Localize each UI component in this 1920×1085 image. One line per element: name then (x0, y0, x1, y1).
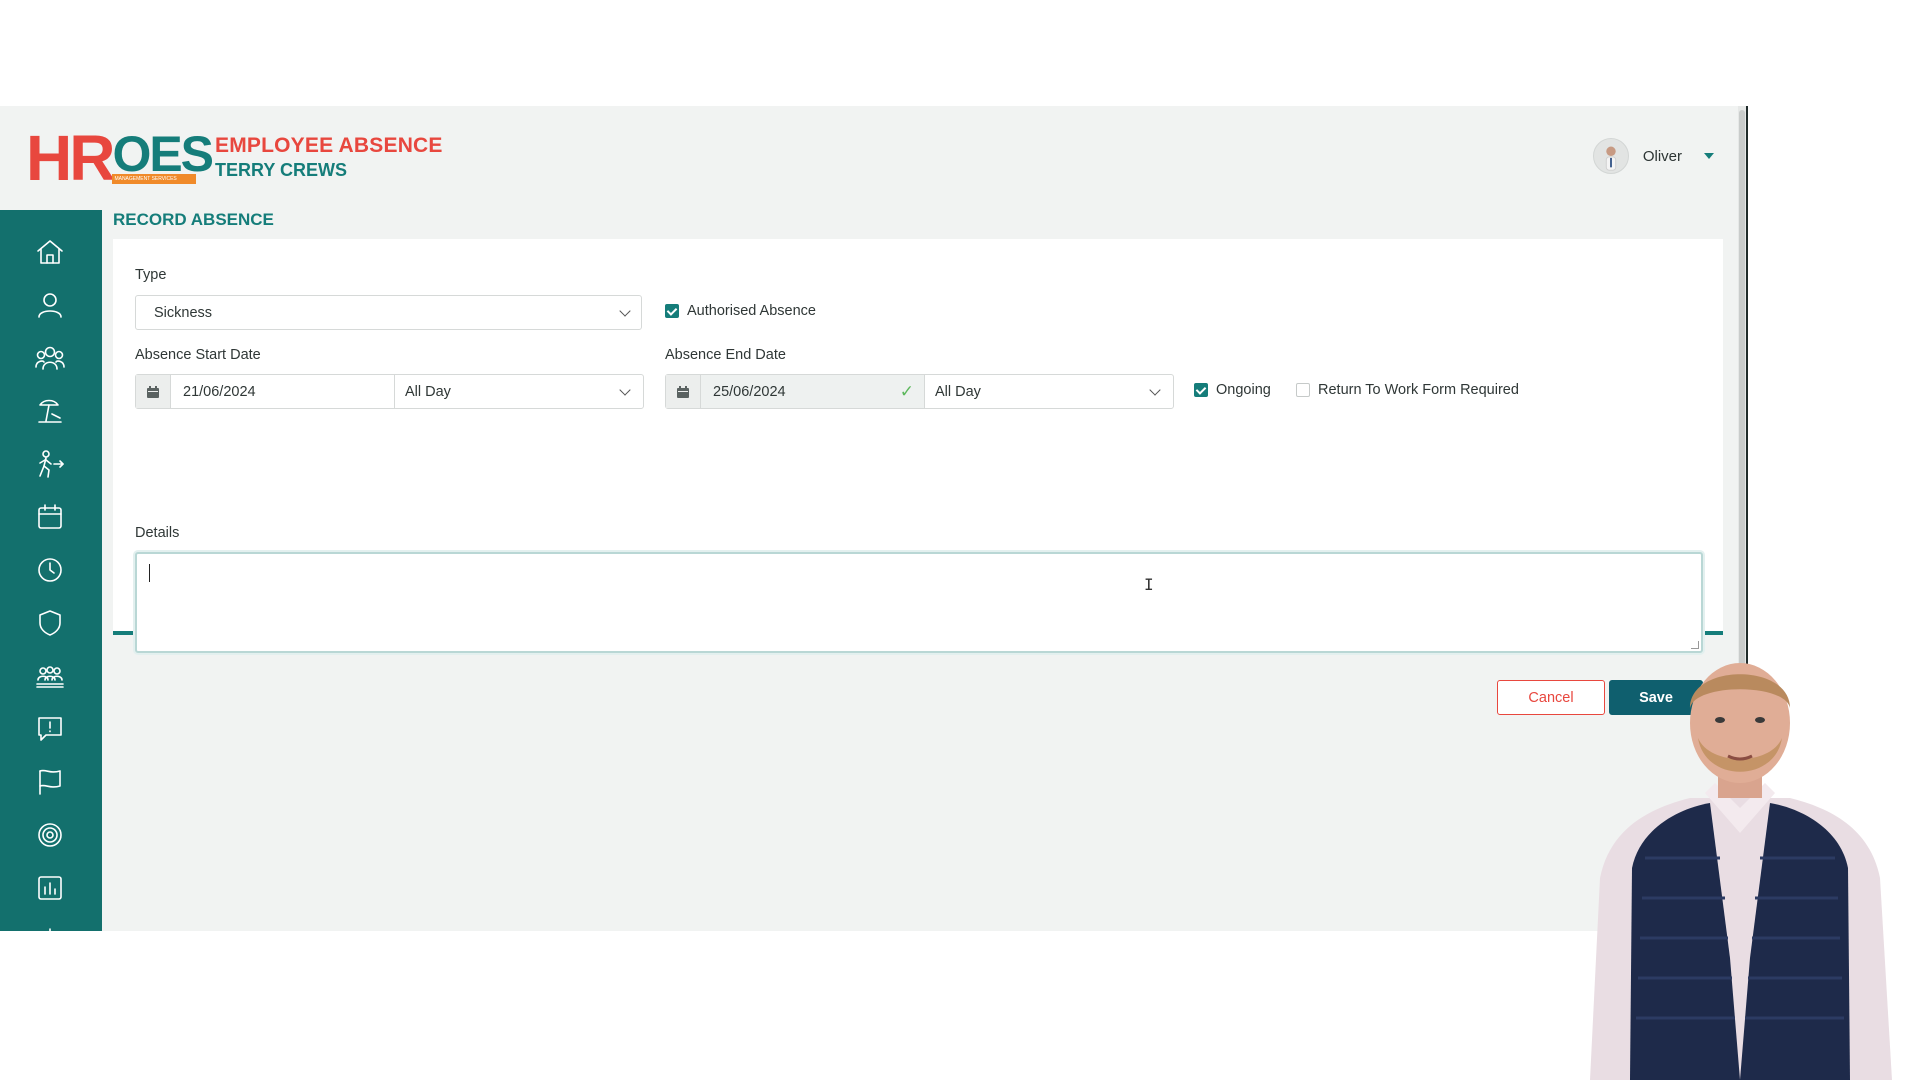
checkbox-checked-icon[interactable] (665, 304, 679, 318)
end-date-group: 25/06/2024 ✓ All Day (665, 374, 1174, 409)
chevron-down-icon (1149, 384, 1161, 396)
shield-icon[interactable] (32, 605, 68, 641)
app-header: HR OES MANAGEMENT SERVICES EMPLOYEE ABSE… (0, 106, 1738, 210)
user-menu[interactable]: Oliver (1592, 138, 1714, 174)
home-icon[interactable] (32, 234, 68, 270)
calendar-icon[interactable] (666, 375, 701, 408)
sidebar-nav (0, 210, 102, 931)
leaver-icon[interactable] (32, 446, 68, 482)
report-icon[interactable] (32, 870, 68, 906)
target-icon[interactable] (32, 817, 68, 853)
type-select-value: Sickness (154, 304, 213, 321)
start-date-input[interactable]: 21/06/2024 (171, 375, 395, 408)
flag-icon[interactable] (32, 764, 68, 800)
logo-hr-text: HR (26, 122, 115, 194)
group-icon[interactable] (32, 658, 68, 694)
avatar[interactable] (1592, 138, 1629, 174)
start-date-group: 21/06/2024 All Day (135, 374, 644, 409)
return-to-work-checkbox[interactable]: Return To Work Form Required (1296, 382, 1519, 398)
record-absence-form: Type Sickness Authorised Absence Absence… (113, 239, 1723, 715)
checkbox-unchecked-icon[interactable] (1296, 383, 1310, 397)
holiday-icon[interactable] (32, 393, 68, 429)
text-cursor-icon: I (1144, 575, 1154, 594)
ongoing-checkbox[interactable]: Ongoing (1194, 382, 1271, 398)
end-date-value: 25/06/2024 (713, 383, 786, 400)
ongoing-label: Ongoing (1216, 382, 1271, 398)
end-period-select[interactable]: All Day (925, 375, 1173, 408)
logo-oes-text: OES (112, 126, 214, 182)
user-icon[interactable] (32, 287, 68, 323)
window-border (1746, 106, 1748, 666)
presenter-video-overlay (1570, 658, 1910, 1080)
end-date-label: Absence End Date (665, 347, 786, 363)
balance-icon[interactable] (32, 923, 68, 931)
authorised-absence-checkbox[interactable]: Authorised Absence (665, 303, 816, 319)
logo-tagline: MANAGEMENT SERVICES (112, 174, 197, 184)
app-window: HR OES MANAGEMENT SERVICES EMPLOYEE ABSE… (0, 106, 1746, 931)
chevron-down-icon (619, 305, 631, 317)
text-caret (149, 564, 150, 582)
start-date-value: 21/06/2024 (183, 383, 256, 400)
start-period-select[interactable]: All Day (395, 375, 643, 408)
calendar-icon[interactable] (32, 499, 68, 535)
chevron-down-icon[interactable] (1704, 153, 1714, 159)
authorised-absence-label: Authorised Absence (687, 303, 816, 319)
type-label: Type (135, 267, 167, 283)
return-to-work-label: Return To Work Form Required (1318, 382, 1519, 398)
employee-name: TERRY CREWS (215, 160, 348, 180)
section-title: RECORD ABSENCE (113, 210, 274, 229)
chevron-down-icon (619, 384, 631, 396)
calendar-icon[interactable] (136, 375, 171, 408)
team-icon[interactable] (32, 340, 68, 376)
user-name[interactable]: Oliver (1643, 148, 1682, 165)
start-period-value: All Day (405, 383, 451, 400)
page-title: EMPLOYEE ABSENCE (215, 134, 443, 157)
hroes-logo[interactable]: HR OES MANAGEMENT SERVICES (26, 122, 214, 194)
details-label: Details (135, 525, 180, 541)
clock-icon[interactable] (32, 552, 68, 588)
valid-check-icon: ✓ (899, 382, 914, 401)
start-date-label: Absence Start Date (135, 347, 261, 363)
end-period-value: All Day (935, 383, 981, 400)
checkbox-checked-icon[interactable] (1194, 383, 1208, 397)
alert-message-icon[interactable] (32, 711, 68, 747)
type-select[interactable]: Sickness (135, 295, 642, 330)
details-textarea[interactable] (135, 552, 1703, 653)
end-date-input[interactable]: 25/06/2024 ✓ (701, 375, 925, 408)
resize-handle-icon[interactable] (1691, 641, 1699, 649)
